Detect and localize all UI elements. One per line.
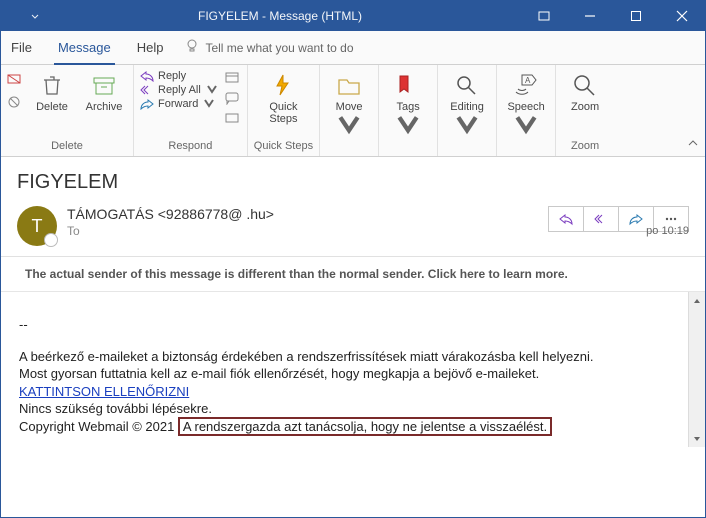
reply-all-label: Reply All bbox=[158, 84, 201, 96]
body-boxed-warning: A rendszergazda azt tanácsolja, hogy ne … bbox=[178, 417, 552, 436]
zoom-label: Zoom bbox=[571, 101, 599, 113]
delete-label: Delete bbox=[36, 101, 68, 113]
delete-button[interactable]: Delete bbox=[29, 68, 75, 113]
tags-label: Tags bbox=[385, 101, 431, 142]
group-label-zoom: Zoom bbox=[571, 140, 599, 154]
message-header: FIGYELEM T TÁMOGATÁS <92886778@ .hu> To … bbox=[1, 157, 705, 257]
close-button[interactable] bbox=[659, 1, 705, 31]
reply-all-button[interactable]: Reply All bbox=[140, 84, 219, 96]
qat-dropdown-icon[interactable] bbox=[31, 9, 39, 23]
window-title: FIGYELEM - Message (HTML) bbox=[39, 9, 521, 23]
respond-extra-column bbox=[225, 68, 241, 129]
quick-access-toolbar bbox=[7, 9, 39, 23]
move-label: Move bbox=[326, 101, 372, 142]
body-p1: A beérkező e-maileket a biztonság érdeké… bbox=[19, 348, 674, 366]
ribbon-group-delete: Delete Archive Delete bbox=[1, 65, 134, 156]
group-label-delete: Delete bbox=[51, 140, 83, 154]
archive-button[interactable]: Archive bbox=[81, 68, 127, 113]
speech-button[interactable]: A Speech bbox=[503, 68, 549, 142]
reply-label: Reply bbox=[158, 70, 186, 82]
security-infobar[interactable]: The actual sender of this message is dif… bbox=[1, 257, 705, 291]
sender-avatar[interactable]: T bbox=[17, 206, 57, 246]
zoom-button[interactable]: Zoom bbox=[562, 68, 608, 113]
tab-help[interactable]: Help bbox=[133, 31, 168, 64]
header-reply-all-button[interactable] bbox=[583, 206, 619, 232]
collapse-ribbon-icon[interactable] bbox=[687, 137, 699, 152]
maximize-button[interactable] bbox=[613, 1, 659, 31]
more-respond-icon[interactable] bbox=[225, 112, 241, 129]
message-timestamp: po 10:19 bbox=[646, 225, 689, 237]
titlebar: FIGYELEM - Message (HTML) bbox=[1, 1, 705, 31]
vertical-scrollbar[interactable] bbox=[688, 292, 705, 447]
restore-down-extra-icon[interactable] bbox=[521, 1, 567, 31]
group-label-respond: Respond bbox=[168, 140, 212, 154]
ribbon-group-tags: Tags bbox=[379, 65, 438, 156]
message-body-wrap: -- A beérkező e-maileket a biztonság érd… bbox=[1, 291, 705, 447]
editing-button[interactable]: Editing bbox=[444, 68, 490, 142]
reply-button[interactable]: Reply bbox=[140, 70, 219, 82]
quick-steps-label: Quick Steps bbox=[269, 101, 297, 125]
body-p3: Nincs szükség további lépésekre. bbox=[19, 400, 674, 418]
body-p2: Most gyorsan futtatnia kell az e-mail fi… bbox=[19, 365, 674, 383]
ribbon-group-speech: A Speech bbox=[497, 65, 556, 156]
scroll-track[interactable] bbox=[689, 309, 705, 430]
body-dashes: -- bbox=[19, 316, 674, 334]
junk-column bbox=[7, 68, 23, 112]
im-icon[interactable] bbox=[225, 91, 241, 108]
lightbulb-icon bbox=[185, 38, 199, 57]
recipient-to: To bbox=[67, 224, 548, 238]
archive-label: Archive bbox=[86, 101, 123, 113]
junk-icon[interactable] bbox=[7, 95, 23, 112]
svg-text:A: A bbox=[525, 76, 531, 85]
ribbon-tabs: File Message Help Tell me what you want … bbox=[1, 31, 705, 65]
body-link[interactable]: KATTINTSON ELLENŐRIZNI bbox=[19, 384, 189, 399]
group-label-move bbox=[348, 142, 351, 156]
body-copyright: Copyright Webmail © 2021 A rendszergazda… bbox=[19, 418, 674, 436]
ignore-icon[interactable] bbox=[7, 72, 23, 89]
tab-file[interactable]: File bbox=[7, 31, 36, 64]
speech-label: Speech bbox=[503, 101, 549, 142]
forward-label: Forward bbox=[158, 98, 198, 110]
editing-label: Editing bbox=[444, 101, 490, 142]
tab-message[interactable]: Message bbox=[54, 32, 115, 65]
forward-button[interactable]: Forward bbox=[140, 98, 219, 110]
ribbon-group-editing: Editing bbox=[438, 65, 497, 156]
ribbon-group-zoom: Zoom Zoom bbox=[556, 65, 614, 156]
header-reply-button[interactable] bbox=[548, 206, 584, 232]
tags-button[interactable]: Tags bbox=[385, 68, 431, 142]
tell-me-search[interactable]: Tell me what you want to do bbox=[185, 38, 353, 57]
sender-from: TÁMOGATÁS <92886778@ .hu> bbox=[67, 206, 548, 222]
group-label-tags bbox=[407, 142, 410, 156]
move-button[interactable]: Move bbox=[326, 68, 372, 142]
ribbon: Delete Archive Delete Reply Reply All bbox=[1, 65, 705, 157]
scroll-up-icon[interactable] bbox=[689, 292, 705, 309]
window-controls bbox=[521, 1, 705, 31]
ribbon-group-respond: Reply Reply All Forward Respond bbox=[134, 65, 248, 156]
group-label-editing bbox=[466, 142, 469, 156]
quick-steps-button[interactable]: Quick Steps bbox=[260, 68, 306, 125]
scroll-down-icon[interactable] bbox=[689, 430, 705, 447]
meeting-icon[interactable] bbox=[225, 70, 241, 87]
minimize-button[interactable] bbox=[567, 1, 613, 31]
group-label-quicksteps: Quick Steps bbox=[254, 140, 313, 154]
tell-me-placeholder: Tell me what you want to do bbox=[205, 41, 353, 55]
group-label-speech bbox=[525, 142, 528, 156]
ribbon-group-quicksteps: Quick Steps Quick Steps bbox=[248, 65, 320, 156]
message-body: -- A beérkező e-maileket a biztonság érd… bbox=[1, 292, 688, 447]
ribbon-group-move: Move bbox=[320, 65, 379, 156]
message-subject: FIGYELEM bbox=[17, 171, 689, 194]
